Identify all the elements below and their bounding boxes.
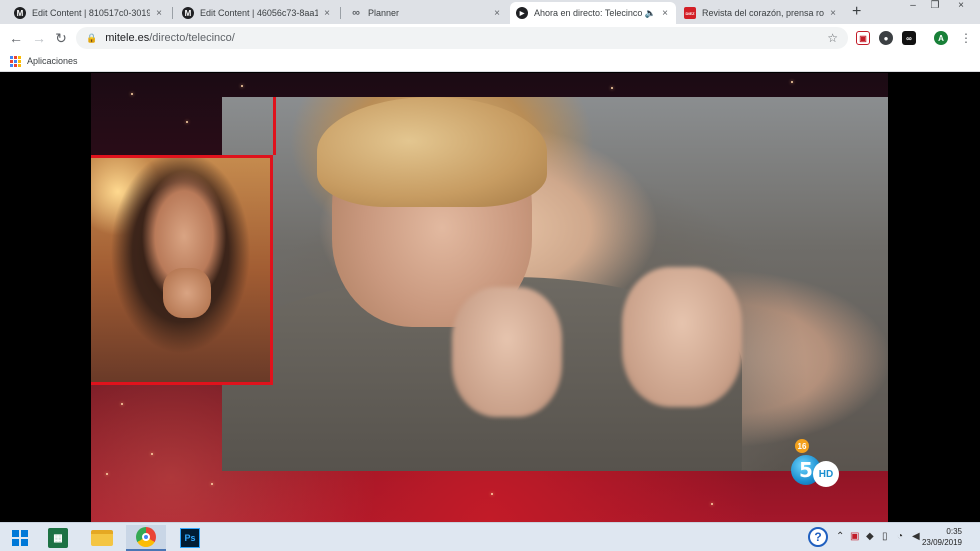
extension-glasses-icon[interactable]: ∞ bbox=[902, 31, 916, 45]
video-player[interactable]: 16 5 HD bbox=[91, 73, 888, 522]
apps-shortcut[interactable]: Aplicaciones bbox=[27, 56, 78, 66]
new-tab-button[interactable]: + bbox=[852, 3, 861, 21]
close-window-button[interactable]: × bbox=[950, 0, 972, 14]
url-path: /directo/telecinco/ bbox=[149, 32, 235, 44]
back-arrow-icon[interactable]: ← bbox=[8, 29, 24, 47]
bookmarks-bar: Aplicaciones bbox=[0, 52, 980, 72]
main-video-frame bbox=[222, 97, 888, 471]
antivirus-tray-icon[interactable]: ▣ bbox=[850, 531, 859, 542]
network-tray-icon[interactable]: ▯ bbox=[882, 531, 888, 542]
tab-title: Edit Content | 810517c0-3019-4 bbox=[32, 8, 150, 18]
close-icon[interactable]: × bbox=[660, 8, 670, 19]
close-icon[interactable]: × bbox=[322, 8, 332, 19]
taskbar-chrome[interactable] bbox=[126, 525, 166, 551]
extension-shield-icon[interactable]: ● bbox=[879, 31, 893, 45]
main-video-hand-right bbox=[622, 267, 742, 407]
reload-icon[interactable]: ↻ bbox=[53, 29, 69, 47]
mitele-m-icon: M bbox=[14, 7, 26, 19]
mitele-m-icon: M bbox=[182, 7, 194, 19]
chrome-icon bbox=[136, 527, 156, 547]
taskbar-file-explorer[interactable] bbox=[82, 525, 122, 551]
url-host: mitele.es bbox=[105, 32, 150, 44]
tab-separator bbox=[340, 7, 341, 19]
clock-date: 23/09/2019 bbox=[921, 538, 962, 547]
minimize-button[interactable]: – bbox=[902, 0, 924, 14]
volume-tray-icon[interactable]: ◀ bbox=[912, 531, 920, 542]
speaker-icon[interactable]: 🔈 bbox=[645, 8, 656, 19]
close-icon[interactable]: × bbox=[828, 8, 838, 19]
address-bar[interactable]: 🔒 mitele.es/directo/telecinco/ ☆ bbox=[76, 27, 848, 49]
pip-hands bbox=[163, 268, 211, 318]
windows-logo-icon bbox=[12, 530, 28, 546]
taskbar-photoshop[interactable]: Ps bbox=[170, 525, 210, 551]
wifi-tray-icon[interactable]: ◔ bbox=[897, 531, 903, 542]
forward-arrow-icon[interactable]: → bbox=[31, 29, 47, 47]
main-video-hair bbox=[317, 97, 547, 207]
clock-time: 0:35 bbox=[946, 527, 962, 536]
lock-icon[interactable]: 🔒 bbox=[86, 33, 97, 44]
video-viewport[interactable]: 16 5 HD bbox=[0, 73, 980, 522]
hd-badge: HD bbox=[813, 461, 839, 487]
close-icon[interactable]: × bbox=[154, 8, 164, 19]
help-icon[interactable]: ? bbox=[808, 527, 828, 547]
bookmark-star-icon[interactable]: ☆ bbox=[827, 31, 838, 45]
taskbar-excel[interactable]: ▦ bbox=[38, 525, 78, 551]
start-button[interactable] bbox=[0, 525, 40, 551]
windows-taskbar: ▦ Ps ? ⌃ ▣ ◆ ▯ ◔ ◀ 0:35 23/09/2019 bbox=[0, 522, 980, 551]
menu-kebab-icon[interactable]: ⋮ bbox=[958, 29, 974, 47]
diez-minutos-icon: DIEZ bbox=[684, 7, 696, 19]
apps-grid-icon[interactable] bbox=[10, 56, 21, 67]
tab-edit-content-2[interactable]: M Edit Content | 46056c73-8aa1-4 × bbox=[176, 2, 338, 24]
tab-telecinco-live[interactable]: ▶ Ahora en directo: Telecinco 🔈 × bbox=[510, 2, 676, 24]
tab-revista-corazon[interactable]: DIEZ Revista del corazón, prensa rosa × bbox=[678, 2, 844, 24]
tab-title: Revista del corazón, prensa rosa bbox=[702, 8, 824, 18]
close-icon[interactable]: × bbox=[492, 8, 502, 19]
folder-icon bbox=[91, 530, 113, 546]
tab-separator bbox=[172, 7, 173, 19]
system-clock[interactable]: 0:35 23/09/2019 bbox=[922, 526, 962, 548]
profile-avatar[interactable]: A bbox=[934, 31, 948, 45]
tab-title: Edit Content | 46056c73-8aa1-4 bbox=[200, 8, 318, 18]
show-hidden-icons-chevron-icon[interactable]: ⌃ bbox=[836, 531, 844, 542]
restore-button[interactable]: ❐ bbox=[924, 0, 946, 14]
pip-frame-accent bbox=[273, 97, 276, 155]
tab-strip: M Edit Content | 810517c0-3019-4 × M Edi… bbox=[0, 0, 980, 24]
photoshop-icon: Ps bbox=[180, 528, 200, 548]
tab-title: Ahora en directo: Telecinco bbox=[534, 8, 642, 18]
main-video-hand-left bbox=[452, 287, 562, 417]
infinity-icon: ∞ bbox=[352, 7, 360, 19]
extension-cast-icon[interactable]: ▣ bbox=[856, 31, 870, 45]
age-rating-badge: 16 bbox=[795, 439, 809, 453]
tab-edit-content-1[interactable]: M Edit Content | 810517c0-3019-4 × bbox=[8, 2, 170, 24]
tab-planner[interactable]: ∞ Planner × bbox=[344, 2, 508, 24]
tab-title: Planner bbox=[368, 8, 400, 18]
play-icon: ▶ bbox=[516, 7, 528, 19]
browser-toolbar: ← → ↻ 🔒 mitele.es/directo/telecinco/ ☆ ▣… bbox=[0, 24, 980, 52]
excel-icon: ▦ bbox=[48, 528, 68, 548]
dropbox-tray-icon[interactable]: ◆ bbox=[866, 531, 874, 542]
picture-in-picture-frame bbox=[91, 155, 273, 385]
